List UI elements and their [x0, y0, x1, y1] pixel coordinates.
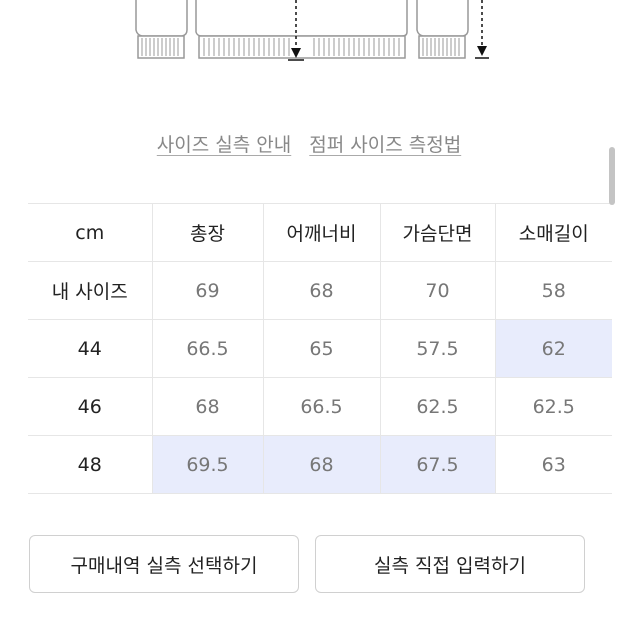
header-total-length: 총장 — [151, 203, 263, 262]
header-chest-width: 가슴단면 — [379, 203, 495, 262]
table-cell: 57.5 — [379, 319, 495, 378]
header-shoulder-width: 어깨너비 — [262, 203, 380, 262]
table-cell: 68 — [151, 377, 263, 436]
table-header-row: cm 총장 어깨너비 가슴단면 소매길이 — [28, 203, 612, 262]
size-guide-links: 사이즈 실측 안내 점퍼 사이즈 측정법 — [0, 130, 618, 157]
size-guide-link[interactable]: 사이즈 실측 안내 — [157, 134, 291, 156]
sleeve-length-arrow-icon — [475, 0, 489, 59]
row-label: 내 사이즈 — [28, 261, 152, 320]
table-cell: 62.5 — [379, 377, 495, 436]
table-row-46: 46 68 66.5 62.5 62.5 — [28, 377, 612, 436]
table-row-my-size: 내 사이즈 69 68 70 58 — [28, 261, 612, 320]
direct-input-measure-button[interactable]: 실측 직접 입력하기 — [315, 535, 585, 593]
table-cell: 66.5 — [262, 377, 380, 436]
table-cell-highlighted: 68 — [262, 435, 380, 494]
table-cell-highlighted: 67.5 — [379, 435, 495, 494]
header-unit: cm — [28, 203, 152, 262]
table-cell-highlighted: 62 — [494, 319, 612, 378]
table-cell: 58 — [494, 261, 612, 320]
table-cell-highlighted: 69.5 — [151, 435, 263, 494]
header-sleeve-length: 소매길이 — [494, 203, 612, 262]
jacket-illustration — [135, 0, 489, 61]
table-cell: 68 — [262, 261, 380, 320]
table-row-44: 44 66.5 65 57.5 62 — [28, 319, 612, 378]
scrollbar-thumb[interactable] — [609, 147, 615, 205]
size-table: cm 총장 어깨너비 가슴단면 소매길이 내 사이즈 69 68 70 58 4… — [28, 203, 612, 494]
table-row-48: 48 69.5 68 67.5 63 — [28, 435, 612, 494]
left-sleeve-icon — [135, 0, 188, 59]
jumper-measure-link[interactable]: 점퍼 사이즈 측정법 — [309, 134, 461, 156]
row-label: 46 — [28, 377, 152, 436]
table-cell: 63 — [494, 435, 612, 494]
row-label: 48 — [28, 435, 152, 494]
jacket-body-icon — [195, 0, 408, 59]
table-cell: 66.5 — [151, 319, 263, 378]
table-cell: 69 — [151, 261, 263, 320]
select-purchase-measure-button[interactable]: 구매내역 실측 선택하기 — [29, 535, 299, 593]
table-cell: 70 — [379, 261, 495, 320]
row-label: 44 — [28, 319, 152, 378]
right-sleeve-icon — [416, 0, 469, 59]
table-cell: 65 — [262, 319, 380, 378]
table-cell: 62.5 — [494, 377, 612, 436]
